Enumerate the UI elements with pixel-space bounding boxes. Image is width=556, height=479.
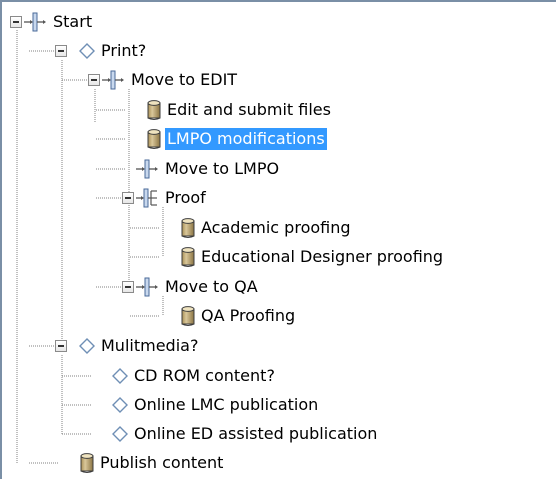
tree-node-proof[interactable]: Proof (0, 186, 556, 210)
collapse-toggle-move-to-edit[interactable] (88, 74, 100, 86)
decision-diamond-icon (79, 43, 95, 59)
cylinder-icon (147, 129, 161, 149)
collapse-toggle-start[interactable] (10, 16, 22, 28)
collapse-toggle-move-to-qa[interactable] (122, 281, 134, 293)
cylinder-icon (147, 100, 161, 120)
tree-node-label[interactable]: Educational Designer proofing (199, 246, 445, 268)
tree-node-online-ed[interactable]: Online ED assisted publication (0, 422, 556, 446)
collapse-toggle-multimedia[interactable] (55, 340, 67, 352)
decision-diamond-icon (112, 426, 128, 442)
tree-node-label[interactable]: Move to EDIT (129, 69, 239, 91)
tree-node-publish[interactable]: Publish content (0, 451, 556, 475)
tree-node-label[interactable]: Start (51, 11, 94, 33)
tree-node-print[interactable]: Print? (0, 39, 556, 63)
tree-node-multimedia[interactable]: Mulitmedia? (0, 334, 556, 358)
tree-node-label[interactable]: Print? (99, 40, 148, 62)
decision-diamond-icon (112, 397, 128, 413)
cylinder-icon (80, 453, 94, 473)
tree-node-label[interactable]: Mulitmedia? (99, 335, 200, 357)
tree-node-label[interactable]: CD ROM content? (132, 365, 277, 387)
tree-node-ed-designer-proofing[interactable]: Educational Designer proofing (0, 245, 556, 269)
task-step-icon (24, 12, 46, 32)
cylinder-icon (181, 306, 195, 326)
decision-diamond-icon (79, 338, 95, 354)
tree-node-qa-proofing[interactable]: QA Proofing (0, 304, 556, 328)
tree-node-online-lmc[interactable]: Online LMC publication (0, 393, 556, 417)
tree-node-move-to-qa[interactable]: Move to QA (0, 275, 556, 299)
tree-node-label[interactable]: Edit and submit files (165, 99, 333, 121)
tree-node-move-to-edit[interactable]: Move to EDIT (0, 68, 556, 92)
collapse-toggle-proof[interactable] (122, 192, 134, 204)
workflow-tree-view[interactable]: Start Print? Move to EDIT Edit and submit f… (0, 0, 556, 479)
tree-node-cd-rom[interactable]: CD ROM content? (0, 364, 556, 388)
tree-node-lmpo-mod[interactable]: LMPO modifications (0, 127, 556, 151)
task-step-icon (136, 159, 158, 179)
tree-node-label[interactable]: LMPO modifications (165, 128, 327, 150)
parallel-step-icon (136, 188, 157, 208)
tree-node-label[interactable]: QA Proofing (199, 305, 297, 327)
cylinder-icon (181, 218, 195, 238)
tree-node-label[interactable]: Online ED assisted publication (132, 423, 379, 445)
tree-node-label[interactable]: Move to LMPO (163, 158, 281, 180)
decision-diamond-icon (112, 368, 128, 384)
tree-node-edit-submit[interactable]: Edit and submit files (0, 98, 556, 122)
tree-node-move-to-lmpo[interactable]: Move to LMPO (0, 157, 556, 181)
tree-node-label[interactable]: Online LMC publication (132, 394, 320, 416)
task-step-icon (102, 70, 124, 90)
collapse-toggle-print[interactable] (55, 45, 67, 57)
tree-node-label[interactable]: Move to QA (163, 276, 260, 298)
tree-node-academic-proofing[interactable]: Academic proofing (0, 216, 556, 240)
cylinder-icon (181, 247, 195, 267)
task-step-icon (136, 277, 158, 297)
tree-node-label[interactable]: Proof (163, 187, 208, 209)
tree-node-label[interactable]: Academic proofing (199, 217, 353, 239)
tree-node-start[interactable]: Start (0, 10, 556, 34)
tree-node-label[interactable]: Publish content (98, 452, 225, 474)
